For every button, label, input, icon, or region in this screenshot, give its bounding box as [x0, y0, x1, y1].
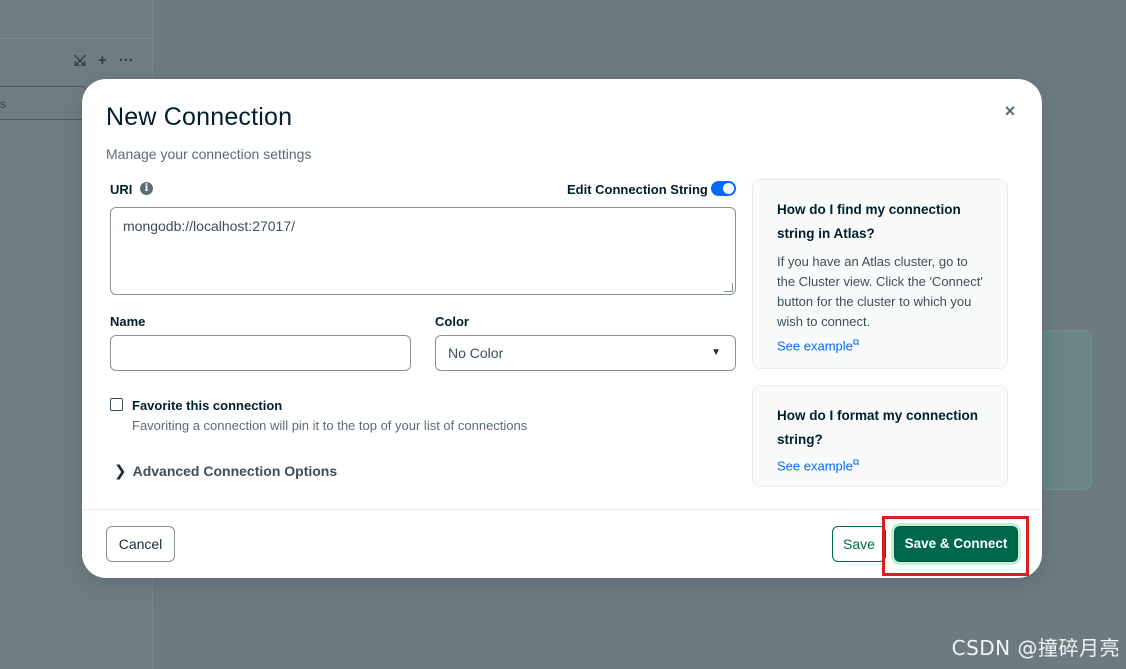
modal-title: New Connection [106, 103, 293, 131]
uri-value: mongodb://localhost:27017/ [123, 218, 296, 234]
chevron-right-icon: ❯ [114, 463, 127, 480]
name-label: Name [110, 314, 146, 329]
info-icon[interactable]: i [140, 182, 153, 195]
edit-connection-string-toggle[interactable] [711, 181, 736, 196]
watermark: CSDN @撞碎月亮 [951, 636, 1120, 660]
external-link-icon: ⧉ [852, 457, 860, 467]
background-toolbar-icons: ⤩ + ··· [74, 52, 134, 69]
uri-textarea[interactable]: mongodb://localhost:27017/ [110, 207, 736, 295]
annotation-highlight [882, 516, 1029, 576]
help-title: How do I format my connection string? [777, 408, 979, 447]
uri-label: URI [110, 182, 133, 197]
color-select[interactable]: No Color ▼ [435, 335, 736, 371]
favorite-checkbox[interactable] [110, 398, 123, 411]
caret-down-icon: ▼ [711, 347, 721, 358]
help-card-atlas: How do I find my connection string in At… [752, 179, 1008, 369]
save-button[interactable]: Save [832, 526, 886, 562]
more-icon[interactable]: ··· [119, 52, 134, 69]
resize-grip-icon[interactable] [724, 283, 733, 292]
help-title: How do I find my connection string in At… [777, 202, 961, 241]
advanced-options-label: Advanced Connection Options [132, 463, 338, 479]
name-input[interactable] [110, 335, 411, 371]
advanced-options-toggle[interactable]: ❯ Advanced Connection Options [114, 462, 337, 480]
favorite-description: Favoriting a connection will pin it to t… [132, 418, 528, 433]
footer-divider [82, 509, 1042, 510]
color-select-value: No Color [448, 345, 504, 361]
plus-icon[interactable]: + [98, 52, 107, 69]
toggle-knob [723, 183, 734, 194]
cancel-button[interactable]: Cancel [106, 526, 175, 562]
see-example-link[interactable]: See example⧉ [777, 332, 859, 356]
new-connection-modal: × New Connection Manage your connection … [82, 79, 1042, 578]
see-example-link[interactable]: See example⧉ [777, 452, 859, 476]
background-search-input[interactable]: s [0, 86, 86, 120]
edit-connection-string-label: Edit Connection String [567, 182, 708, 197]
color-label: Color [435, 314, 469, 329]
help-card-format: How do I format my connection string? Se… [752, 385, 1008, 487]
background-card [1040, 330, 1092, 490]
close-icon[interactable]: × [1000, 101, 1020, 121]
help-body: If you have an Atlas cluster, go to the … [777, 254, 983, 329]
collapse-icon[interactable]: ⤩ [74, 52, 86, 69]
modal-subtitle: Manage your connection settings [106, 146, 312, 162]
external-link-icon: ⧉ [852, 337, 860, 347]
favorite-label[interactable]: Favorite this connection [132, 398, 282, 413]
